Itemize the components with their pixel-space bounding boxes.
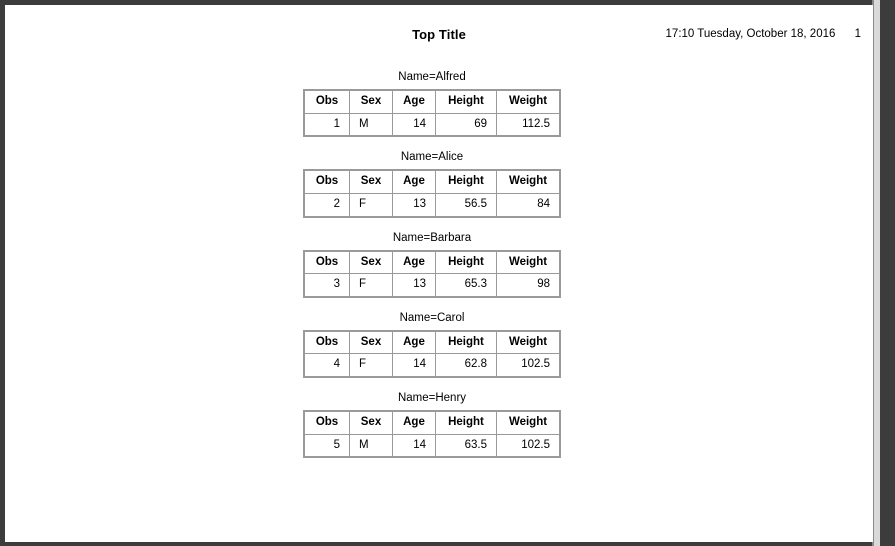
cell-weight: 112.5 bbox=[496, 112, 561, 137]
column-header-sex: Sex bbox=[349, 330, 393, 355]
cell-weight: 102.5 bbox=[496, 433, 561, 458]
column-header-age: Age bbox=[392, 330, 436, 355]
data-table: Obs Sex Age Height Weight 5 M 14 63.5 10… bbox=[303, 410, 561, 459]
cell-weight: 102.5 bbox=[496, 353, 561, 378]
table-header-row: Obs Sex Age Height Weight bbox=[303, 169, 561, 194]
cell-weight: 84 bbox=[496, 192, 561, 218]
column-header-obs: Obs bbox=[303, 169, 350, 194]
cell-height: 56.5 bbox=[435, 192, 497, 218]
bygroup: Name=Alfred Obs Sex Age Height Weight 1 … bbox=[5, 71, 873, 138]
viewer-frame-bottom bbox=[0, 542, 895, 546]
data-table: Obs Sex Age Height Weight 4 F 14 62.8 10… bbox=[303, 329, 561, 379]
column-header-age: Age bbox=[392, 250, 436, 275]
bygroup-label: Name=Alice bbox=[400, 151, 464, 164]
column-header-obs: Obs bbox=[303, 330, 350, 355]
cell-age: 14 bbox=[392, 433, 436, 458]
cell-age: 13 bbox=[392, 192, 436, 218]
cell-obs: 5 bbox=[303, 433, 350, 458]
table-row: 2 F 13 56.5 84 bbox=[303, 192, 561, 218]
column-header-weight: Weight bbox=[496, 169, 561, 194]
table-wrapper: Obs Sex Age Height Weight 5 M 14 63.5 10… bbox=[5, 410, 873, 459]
bygroup-label: Name=Barbara bbox=[392, 231, 472, 244]
column-header-height: Height bbox=[435, 89, 497, 114]
bygroup-label: Name=Alfred bbox=[398, 71, 466, 83]
header-meta: 17:10 Tuesday, October 18, 2016 1 bbox=[666, 28, 861, 40]
bygroup: Name=Alice Obs Sex Age Height Weight 2 F… bbox=[5, 151, 873, 218]
column-header-height: Height bbox=[435, 250, 497, 275]
cell-weight: 98 bbox=[496, 273, 561, 298]
column-header-sex: Sex bbox=[349, 89, 393, 114]
bygroup: Name=Barbara Obs Sex Age Height Weight 3… bbox=[5, 232, 873, 298]
data-table: Obs Sex Age Height Weight 1 M 14 69 112.… bbox=[303, 89, 561, 138]
cell-height: 63.5 bbox=[435, 433, 497, 458]
cell-obs: 3 bbox=[303, 273, 350, 298]
column-header-obs: Obs bbox=[303, 410, 350, 435]
bygroup-label: Name=Henry bbox=[397, 392, 467, 405]
column-header-obs: Obs bbox=[303, 89, 350, 114]
column-header-sex: Sex bbox=[349, 169, 393, 194]
table-row: 1 M 14 69 112.5 bbox=[303, 112, 561, 137]
report-timestamp: 17:10 Tuesday, October 18, 2016 bbox=[665, 28, 836, 40]
bygroup: Name=Carol Obs Sex Age Height Weight 4 F… bbox=[5, 311, 873, 379]
cell-sex: F bbox=[349, 192, 393, 218]
column-header-age: Age bbox=[392, 89, 436, 114]
table-wrapper: Obs Sex Age Height Weight 3 F 13 65.3 98 bbox=[5, 249, 873, 298]
column-header-weight: Weight bbox=[496, 410, 561, 435]
table-row: 3 F 13 65.3 98 bbox=[303, 273, 561, 298]
cell-obs: 1 bbox=[303, 112, 350, 137]
document-viewer: Top Title 17:10 Tuesday, October 18, 201… bbox=[0, 0, 895, 546]
column-header-age: Age bbox=[392, 410, 436, 435]
column-header-height: Height bbox=[435, 410, 497, 435]
data-table: Obs Sex Age Height Weight 2 F 13 56.5 84 bbox=[303, 169, 561, 218]
cell-sex: M bbox=[349, 433, 393, 458]
table-wrapper: Obs Sex Age Height Weight 1 M 14 69 112.… bbox=[5, 89, 873, 138]
data-table: Obs Sex Age Height Weight 3 F 13 65.3 98 bbox=[303, 249, 561, 298]
cell-sex: M bbox=[349, 112, 393, 137]
table-header-row: Obs Sex Age Height Weight bbox=[303, 330, 561, 355]
column-header-age: Age bbox=[392, 169, 436, 194]
page-number: 1 bbox=[854, 28, 861, 40]
table-row: 5 M 14 63.5 102.5 bbox=[303, 433, 561, 458]
bygroup: Name=Henry Obs Sex Age Height Weight 5 M… bbox=[5, 392, 873, 459]
column-header-sex: Sex bbox=[349, 250, 393, 275]
page-header: Top Title 17:10 Tuesday, October 18, 201… bbox=[5, 27, 873, 57]
cell-obs: 4 bbox=[303, 353, 350, 378]
cell-age: 14 bbox=[392, 353, 436, 378]
vertical-scrollbar[interactable] bbox=[880, 0, 895, 546]
column-header-weight: Weight bbox=[496, 89, 561, 114]
cell-height: 69 bbox=[435, 112, 497, 137]
column-header-sex: Sex bbox=[349, 410, 393, 435]
cell-sex: F bbox=[349, 273, 393, 298]
column-header-obs: Obs bbox=[303, 250, 350, 275]
cell-obs: 2 bbox=[303, 192, 350, 218]
column-header-height: Height bbox=[435, 330, 497, 355]
table-wrapper: Obs Sex Age Height Weight 4 F 14 62.8 10… bbox=[5, 329, 873, 379]
column-header-weight: Weight bbox=[496, 330, 561, 355]
table-row: 4 F 14 62.8 102.5 bbox=[303, 353, 561, 378]
table-header-row: Obs Sex Age Height Weight bbox=[303, 250, 561, 275]
cell-height: 62.8 bbox=[435, 353, 497, 378]
cell-age: 13 bbox=[392, 273, 436, 298]
report-page: Top Title 17:10 Tuesday, October 18, 201… bbox=[5, 5, 873, 542]
cell-age: 14 bbox=[392, 112, 436, 137]
cell-sex: F bbox=[349, 353, 393, 378]
column-header-weight: Weight bbox=[496, 250, 561, 275]
table-wrapper: Obs Sex Age Height Weight 2 F 13 56.5 84 bbox=[5, 169, 873, 218]
cell-height: 65.3 bbox=[435, 273, 497, 298]
table-header-row: Obs Sex Age Height Weight bbox=[303, 89, 561, 114]
column-header-height: Height bbox=[435, 169, 497, 194]
bygroup-label: Name=Carol bbox=[399, 311, 465, 324]
table-header-row: Obs Sex Age Height Weight bbox=[303, 410, 561, 435]
